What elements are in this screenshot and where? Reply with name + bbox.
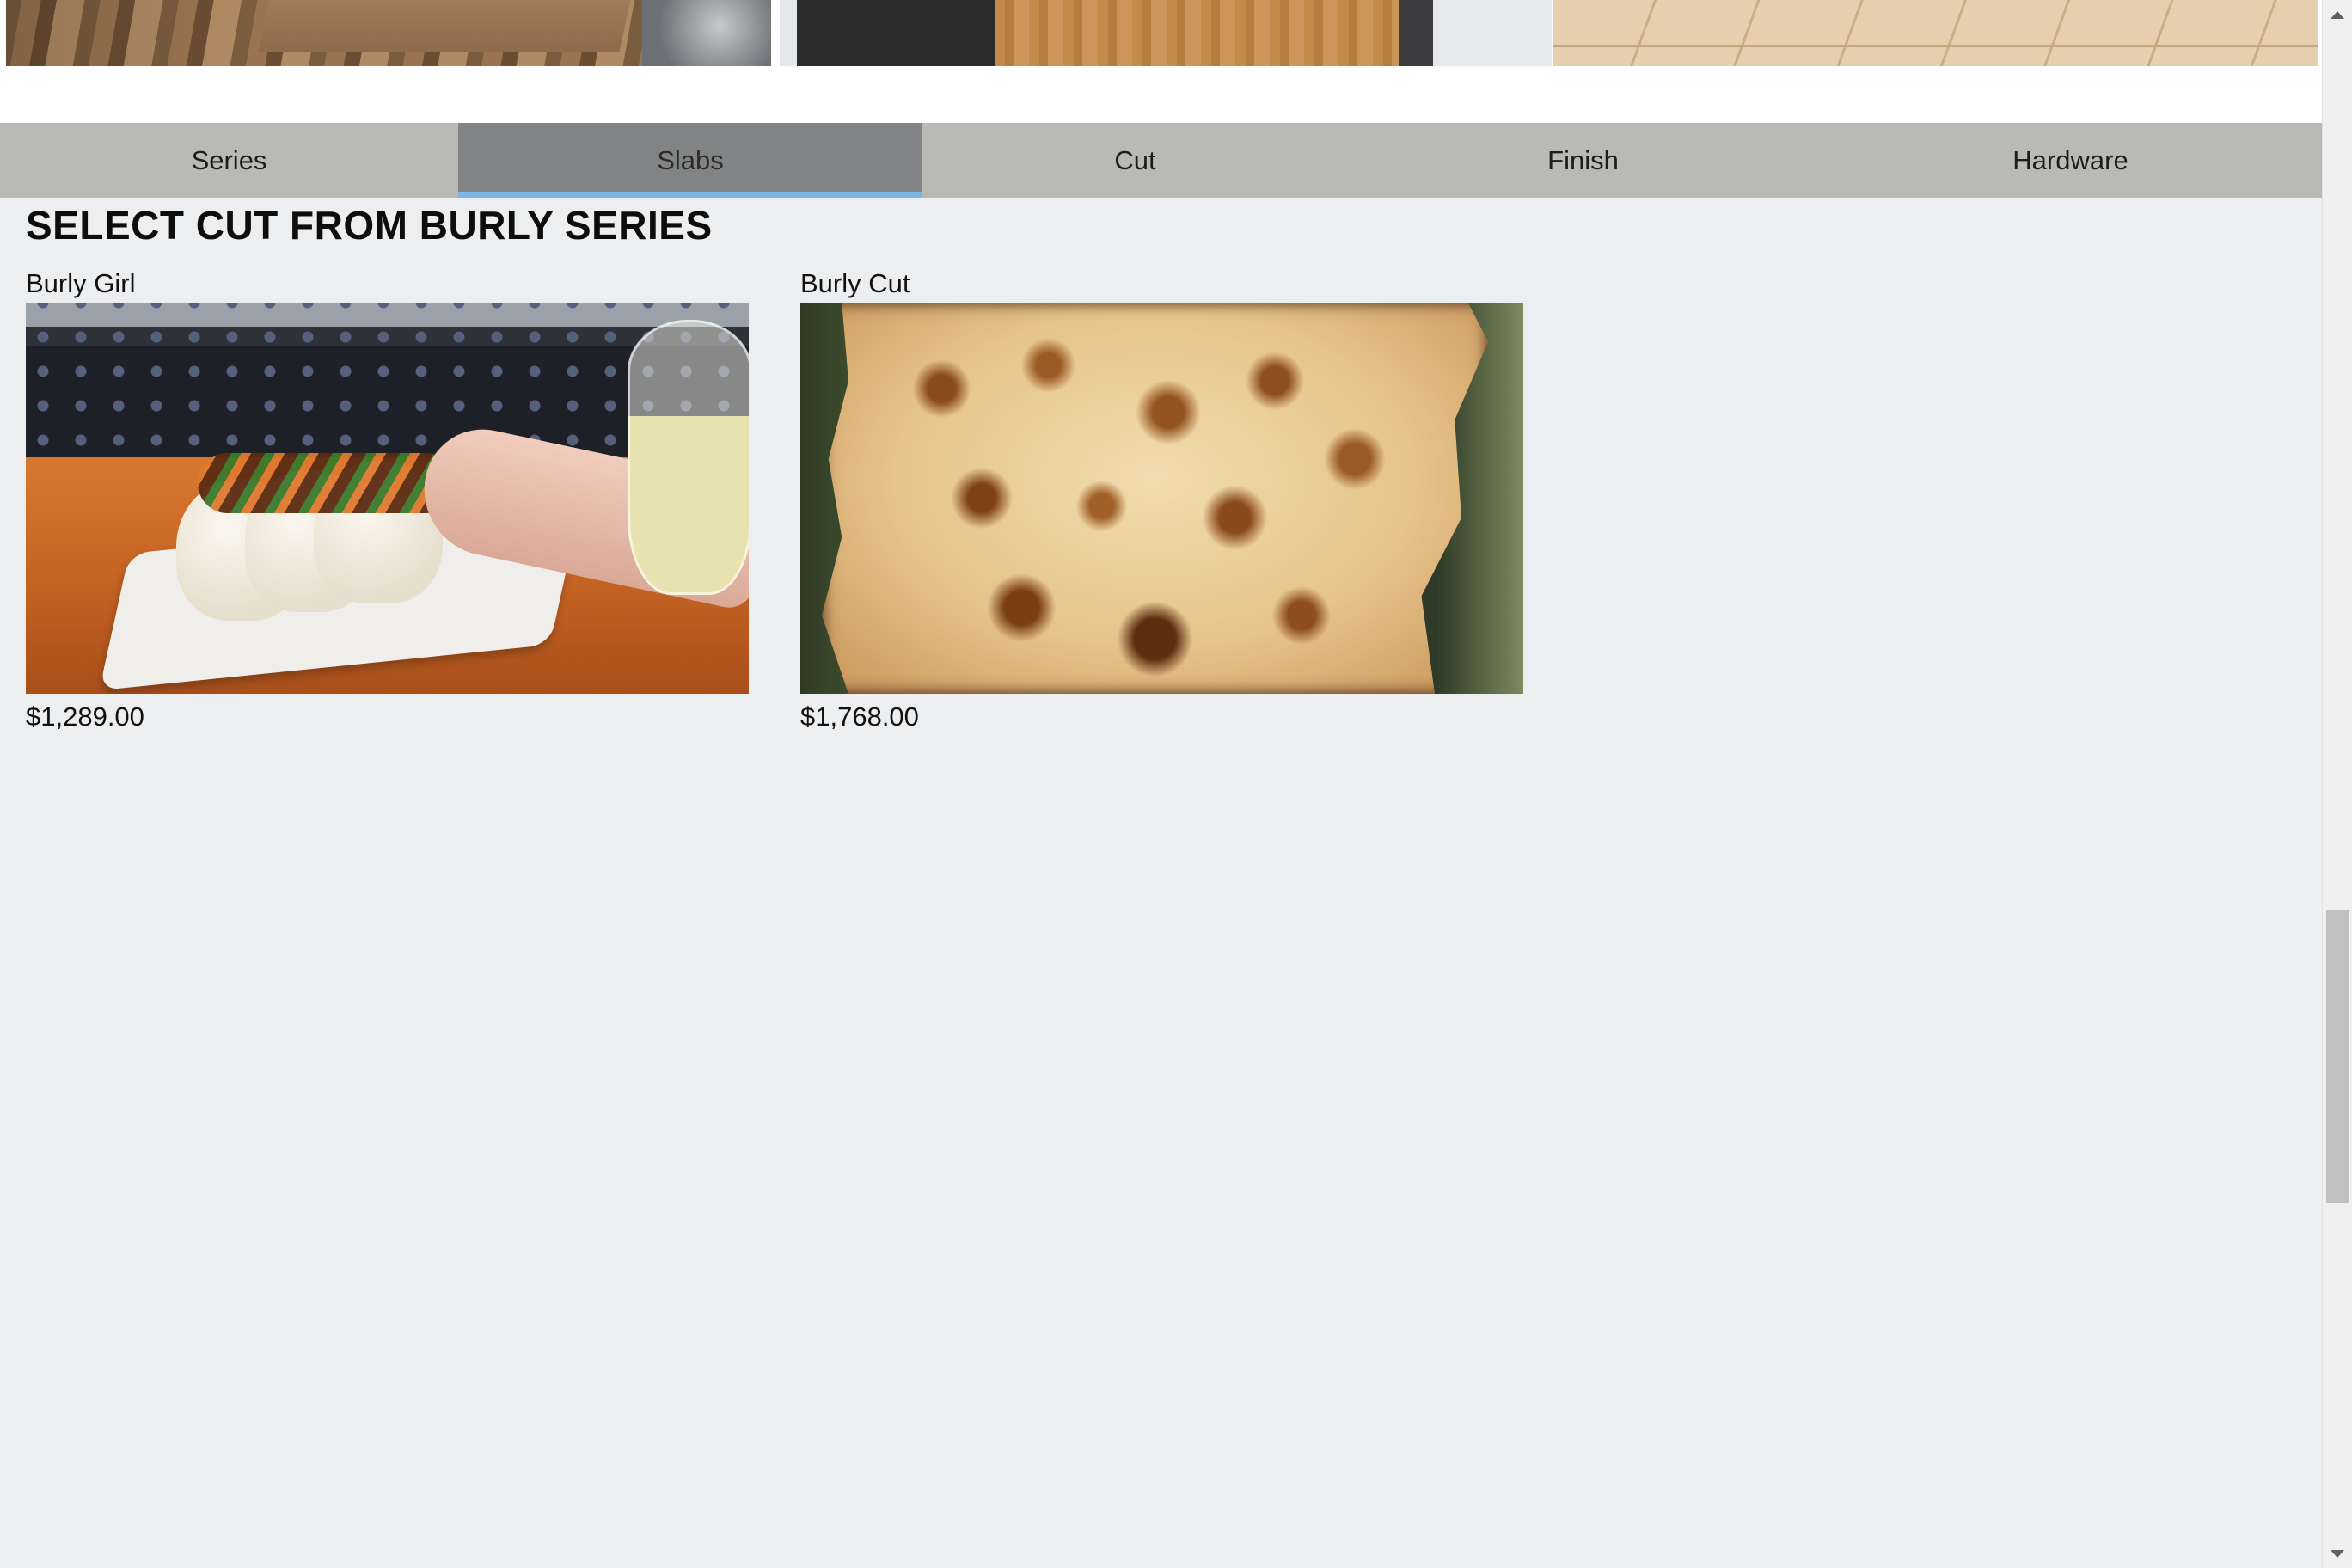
product-price: $1,768.00: [800, 701, 919, 732]
product-image-burly-girl[interactable]: [26, 303, 749, 694]
scroll-thumb[interactable]: [2326, 910, 2349, 1203]
product-price: $1,289.00: [26, 701, 144, 732]
product-image-burly-cut[interactable]: [800, 303, 1523, 694]
product-card-burly-girl[interactable]: Burly Girl $1,289.00: [26, 265, 749, 736]
scroll-up-button[interactable]: [2323, 0, 2352, 29]
banner-image-cutting-board: [780, 0, 1552, 66]
banner-strip: [0, 0, 2323, 123]
product-name: Burly Girl: [26, 268, 136, 298]
vertical-scrollbar[interactable]: [2322, 0, 2352, 1568]
tab-slabs[interactable]: Slabs: [458, 123, 922, 198]
section-title: SELECT CUT FROM BURLY SERIES: [26, 203, 713, 248]
tab-finish[interactable]: Finish: [1348, 123, 1818, 198]
triangle-down-icon: [2331, 1549, 2344, 1558]
step-tab-bar: Series Slabs Cut Finish Hardware: [0, 123, 2323, 198]
scroll-down-button[interactable]: [2323, 1539, 2352, 1568]
product-card-burly-cut[interactable]: Burly Cut $1,768.00: [800, 265, 1523, 736]
banner-image-stacked-wood: [6, 0, 771, 66]
tab-cut[interactable]: Cut: [922, 123, 1348, 198]
tab-hardware[interactable]: Hardware: [1818, 123, 2323, 198]
tab-series[interactable]: Series: [0, 123, 458, 198]
product-name: Burly Cut: [800, 268, 910, 298]
banner-image-wood-planks: [1553, 0, 2318, 66]
triangle-up-icon: [2331, 10, 2344, 19]
